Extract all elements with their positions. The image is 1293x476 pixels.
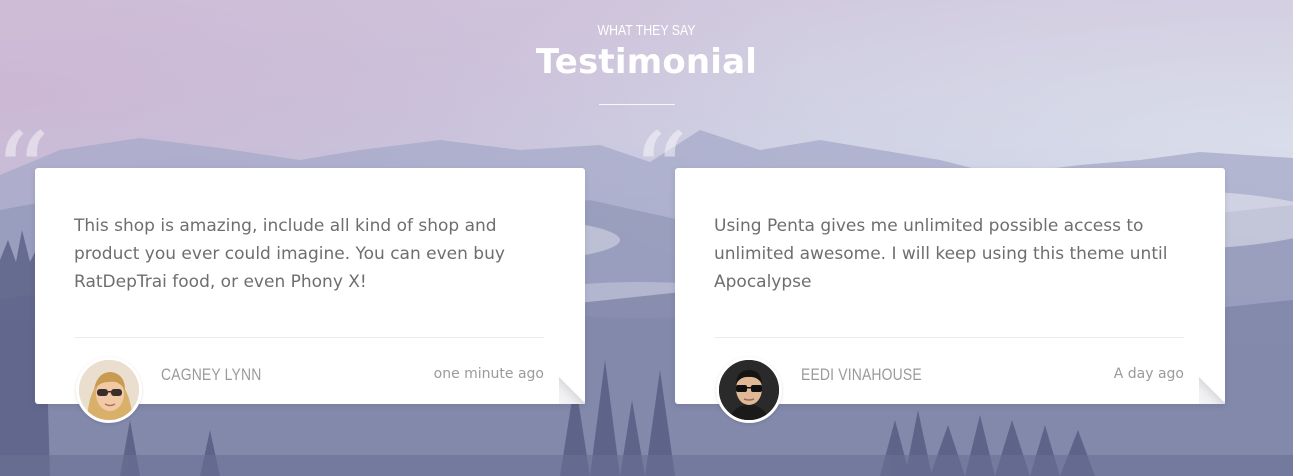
card-divider bbox=[74, 337, 544, 338]
testimonial-author: EEDI VINAHOUSE bbox=[801, 365, 922, 384]
title-divider bbox=[599, 104, 675, 105]
testimonial-author: CAGNEY LYNN bbox=[161, 365, 262, 384]
page-curl-corner bbox=[559, 376, 585, 404]
testimonial-quote: Using Penta gives me unlimited possible … bbox=[714, 216, 1168, 292]
man-avatar-icon bbox=[716, 357, 782, 423]
section-eyebrow: WHAT THEY SAY bbox=[597, 22, 696, 39]
testimonial-time: one minute ago bbox=[433, 366, 544, 382]
card-divider bbox=[714, 337, 1184, 338]
section-title: Testimonial bbox=[535, 42, 758, 82]
testimonial-time: A day ago bbox=[1113, 366, 1184, 382]
page-curl-corner bbox=[1199, 376, 1225, 404]
testimonial-quote: This shop is amazing, include all kind o… bbox=[74, 216, 505, 292]
woman-avatar-icon bbox=[76, 357, 142, 423]
